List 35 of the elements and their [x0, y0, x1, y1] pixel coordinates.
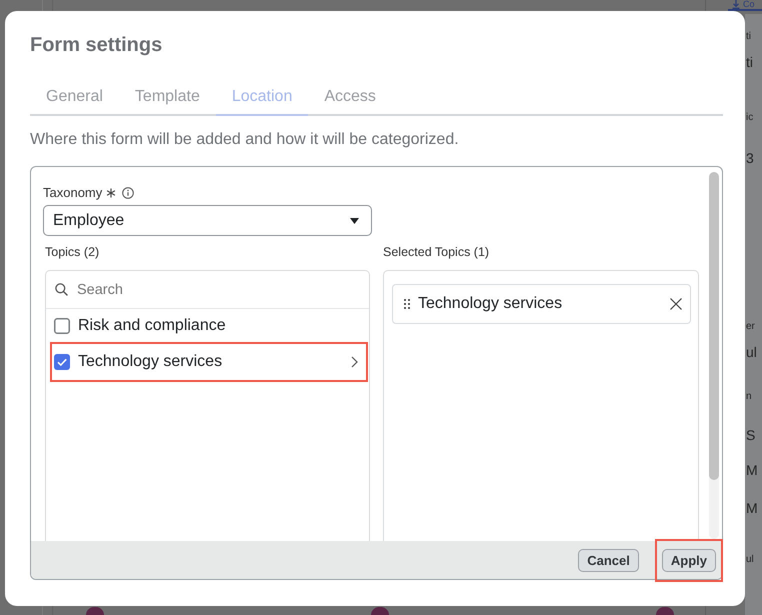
- selected-topic-chip[interactable]: Technology services: [392, 284, 691, 324]
- field-value: M: [746, 462, 758, 478]
- search-icon: [55, 283, 68, 296]
- apply-button[interactable]: Apply: [662, 548, 716, 572]
- drag-handle-icon[interactable]: [404, 299, 410, 309]
- checkbox[interactable]: [54, 318, 70, 334]
- selected-topics-label: Selected Topics (1): [383, 244, 490, 260]
- description: Where this form will be added and how it will be categorized.: [30, 130, 459, 150]
- arrow-icon: [732, 0, 740, 9]
- field-value: ti: [746, 54, 753, 70]
- scrollbar-thumb[interactable]: [709, 172, 719, 480]
- topics-label: Topics (2): [45, 244, 100, 260]
- field-label: ti: [746, 31, 751, 43]
- taxonomy-label: Taxonomy: [43, 185, 102, 201]
- cancel-button[interactable]: Cancel: [578, 548, 639, 572]
- checkbox[interactable]: [54, 354, 70, 370]
- topic-item[interactable]: Technology services: [54, 346, 364, 378]
- field-label: n: [746, 391, 752, 403]
- topic-item[interactable]: Risk and compliance: [54, 310, 364, 342]
- field-value: ul: [746, 344, 757, 360]
- field-value: S: [746, 427, 756, 443]
- field-label: ic: [746, 112, 754, 124]
- field-label: er: [746, 321, 755, 333]
- taxonomy-dropdown[interactable]: Employee: [43, 205, 372, 236]
- chevron-right-icon[interactable]: [351, 356, 358, 368]
- field-label: ul: [746, 554, 754, 566]
- caret-down-icon: [350, 218, 359, 224]
- remove-button[interactable]: [670, 298, 682, 310]
- dialog-title: Form settings: [30, 33, 162, 57]
- field-value: 3: [746, 150, 754, 166]
- field-value: M: [746, 500, 758, 516]
- info-icon[interactable]: [122, 187, 134, 199]
- close-icon: [670, 298, 682, 310]
- search-field[interactable]: Search: [77, 278, 361, 302]
- topic-label: Technology services: [418, 295, 564, 313]
